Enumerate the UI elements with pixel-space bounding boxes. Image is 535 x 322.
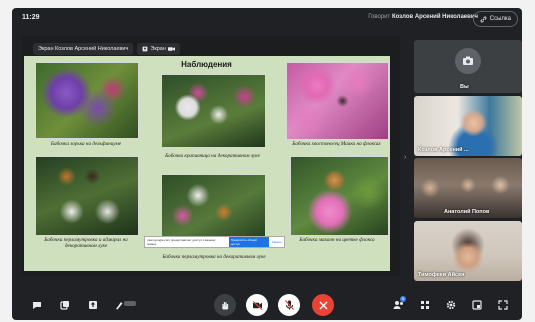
- speaking-name: Козлов Арсений Николаевич: [391, 14, 478, 20]
- mic-toggle-button[interactable]: [278, 294, 300, 316]
- camera-toggle-button[interactable]: [246, 294, 268, 316]
- control-bar: 5: [12, 290, 522, 320]
- pip-icon[interactable]: [470, 298, 484, 312]
- present-icon: [142, 46, 148, 52]
- participant-name-self: Вы: [460, 84, 469, 90]
- photo-butterflies-allium-2: [35, 156, 139, 236]
- caption-6: Бабочка махаон на цветке флокса: [299, 237, 375, 243]
- photo-butterfly-delphinium: [35, 62, 139, 139]
- photo-butterfly-allium-1: [161, 74, 266, 148]
- participant-name-timofeev: Тимофеев Айсен: [418, 272, 465, 278]
- people-icon[interactable]: 5: [392, 296, 406, 312]
- caption-5: Бабочка перламутровка на декоративном лу…: [162, 254, 266, 260]
- sharing-notice: meet.google.com предоставляет доступ к в…: [144, 236, 285, 248]
- participant-name-popov: Анатолий Попов: [444, 209, 490, 215]
- clock: 11:29: [22, 14, 40, 21]
- chat-icon[interactable]: [30, 298, 44, 312]
- chevron-right-icon[interactable]: ›: [404, 154, 406, 161]
- close-icon: [319, 301, 327, 309]
- link-icon: [480, 16, 487, 22]
- photo-butterfly-phlox: [286, 62, 389, 140]
- mic-off-icon: [284, 300, 294, 310]
- top-bar: 11:29 Говорит Козлов Арсений Николаевич …: [12, 8, 522, 30]
- screen-chip-label: Экран: [150, 46, 166, 52]
- participant-tile-kozlov[interactable]: Козлов Арсений ...: [414, 96, 522, 156]
- copy-link-label: Ссылка: [489, 16, 511, 22]
- stage-labels: Экран Козлов Арсений Николаевич Экран: [33, 43, 180, 55]
- caption-3: Бабочка хвостоносец Маака на флоксах: [292, 141, 381, 147]
- participant-tile-self[interactable]: Вы: [414, 40, 522, 93]
- caption-1: Бабочка зорька на дельфиниуме: [50, 141, 122, 147]
- screen-chip[interactable]: Экран: [137, 43, 180, 55]
- photo-swallowtail-phlox: [290, 156, 389, 236]
- fullscreen-icon[interactable]: [496, 298, 510, 312]
- copy-link-button[interactable]: Ссылка: [472, 11, 518, 27]
- participant-tile-timofeev[interactable]: Тимофеев Айсен: [414, 221, 522, 281]
- people-count-badge: 5: [400, 296, 406, 302]
- camera-off-icon: [455, 48, 481, 74]
- raise-hand-button[interactable]: [214, 294, 236, 316]
- sharing-notice-text: meet.google.com предоставляет доступ к в…: [147, 238, 216, 246]
- caption-2: Бабочка крапивница на декоративном луке: [165, 153, 260, 159]
- speaking-prefix: Говорит: [368, 14, 391, 20]
- settings-gear-icon[interactable]: [444, 298, 458, 312]
- activities-icon[interactable]: [58, 298, 72, 312]
- present-screen-icon[interactable]: [86, 298, 100, 312]
- speaking-indicator: Говорит Козлов Арсений Николаевич: [368, 14, 478, 20]
- presenter-chip: Экран Козлов Арсений Николаевич: [33, 43, 134, 55]
- stop-sharing-button[interactable]: Прекратить общий доступ: [228, 237, 269, 247]
- video-off-icon: [252, 300, 262, 310]
- photo-butterfly-allium-3: [161, 174, 266, 244]
- participant-name-kozlov: Козлов Арсений ...: [418, 147, 469, 153]
- caption-4: Бабочки перламутровка и адмирал на декор…: [44, 237, 128, 249]
- hand-icon: [222, 302, 229, 310]
- pen-beta-icon[interactable]: [114, 298, 138, 312]
- grid-layout-icon[interactable]: [418, 298, 432, 312]
- participant-tile-popov[interactable]: Анатолий Попов: [414, 158, 522, 218]
- camera-icon: [167, 47, 175, 51]
- leave-call-button[interactable]: [312, 294, 334, 316]
- hide-notice-link[interactable]: Скрыть: [272, 240, 282, 244]
